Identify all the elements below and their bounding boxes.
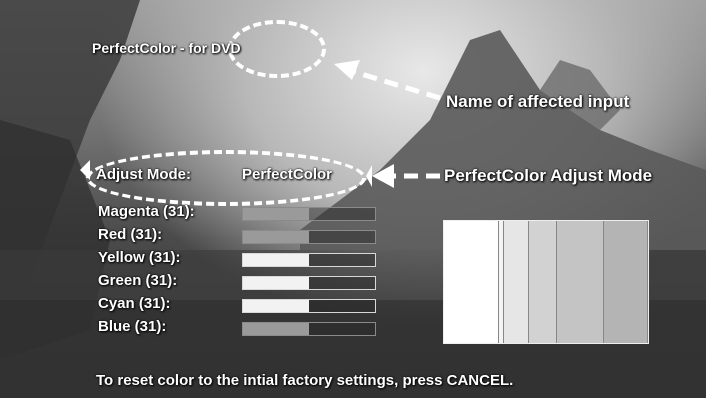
affected-input-name: PerfectColor - for DVD xyxy=(92,40,241,56)
preview-stripe xyxy=(444,221,500,343)
callout-adjust-mode: PerfectColor Adjust Mode xyxy=(444,166,653,185)
left-arrow-icon xyxy=(80,160,90,180)
color-slider[interactable] xyxy=(242,207,376,221)
right-arrow-icon xyxy=(366,165,372,187)
color-slider[interactable] xyxy=(242,276,376,290)
color-slider-fill xyxy=(243,231,309,243)
preview-stripe xyxy=(528,221,557,343)
color-slider-fill xyxy=(243,300,309,312)
color-label: Yellow (31): xyxy=(98,249,181,266)
color-slider[interactable] xyxy=(242,299,376,313)
perfectcolor-screen: PerfectColor - for DVD Name of affected … xyxy=(0,0,706,398)
adjust-mode-selector[interactable]: PerfectColor xyxy=(242,166,332,183)
adjust-mode-label: Adjust Mode: xyxy=(96,166,191,183)
preview-stripe xyxy=(504,221,529,343)
color-label: Green (31): xyxy=(98,272,178,289)
color-slider-fill xyxy=(243,323,309,335)
color-preview-pattern xyxy=(443,220,649,344)
preview-stripe xyxy=(604,221,648,343)
color-label: Magenta (31): xyxy=(98,203,195,220)
color-slider[interactable] xyxy=(242,322,376,336)
color-label: Cyan (31): xyxy=(98,295,171,312)
color-slider-fill xyxy=(243,208,309,220)
color-slider-fill xyxy=(243,254,309,266)
color-slider-fill xyxy=(243,277,309,289)
callout-affected-input: Name of affected input xyxy=(446,92,630,111)
preview-stripe xyxy=(556,221,605,343)
color-label: Blue (31): xyxy=(98,318,167,335)
color-slider[interactable] xyxy=(242,230,376,244)
color-label: Red (31): xyxy=(98,226,163,243)
reset-hint: To reset color to the intial factory set… xyxy=(96,372,514,389)
color-slider[interactable] xyxy=(242,253,376,267)
